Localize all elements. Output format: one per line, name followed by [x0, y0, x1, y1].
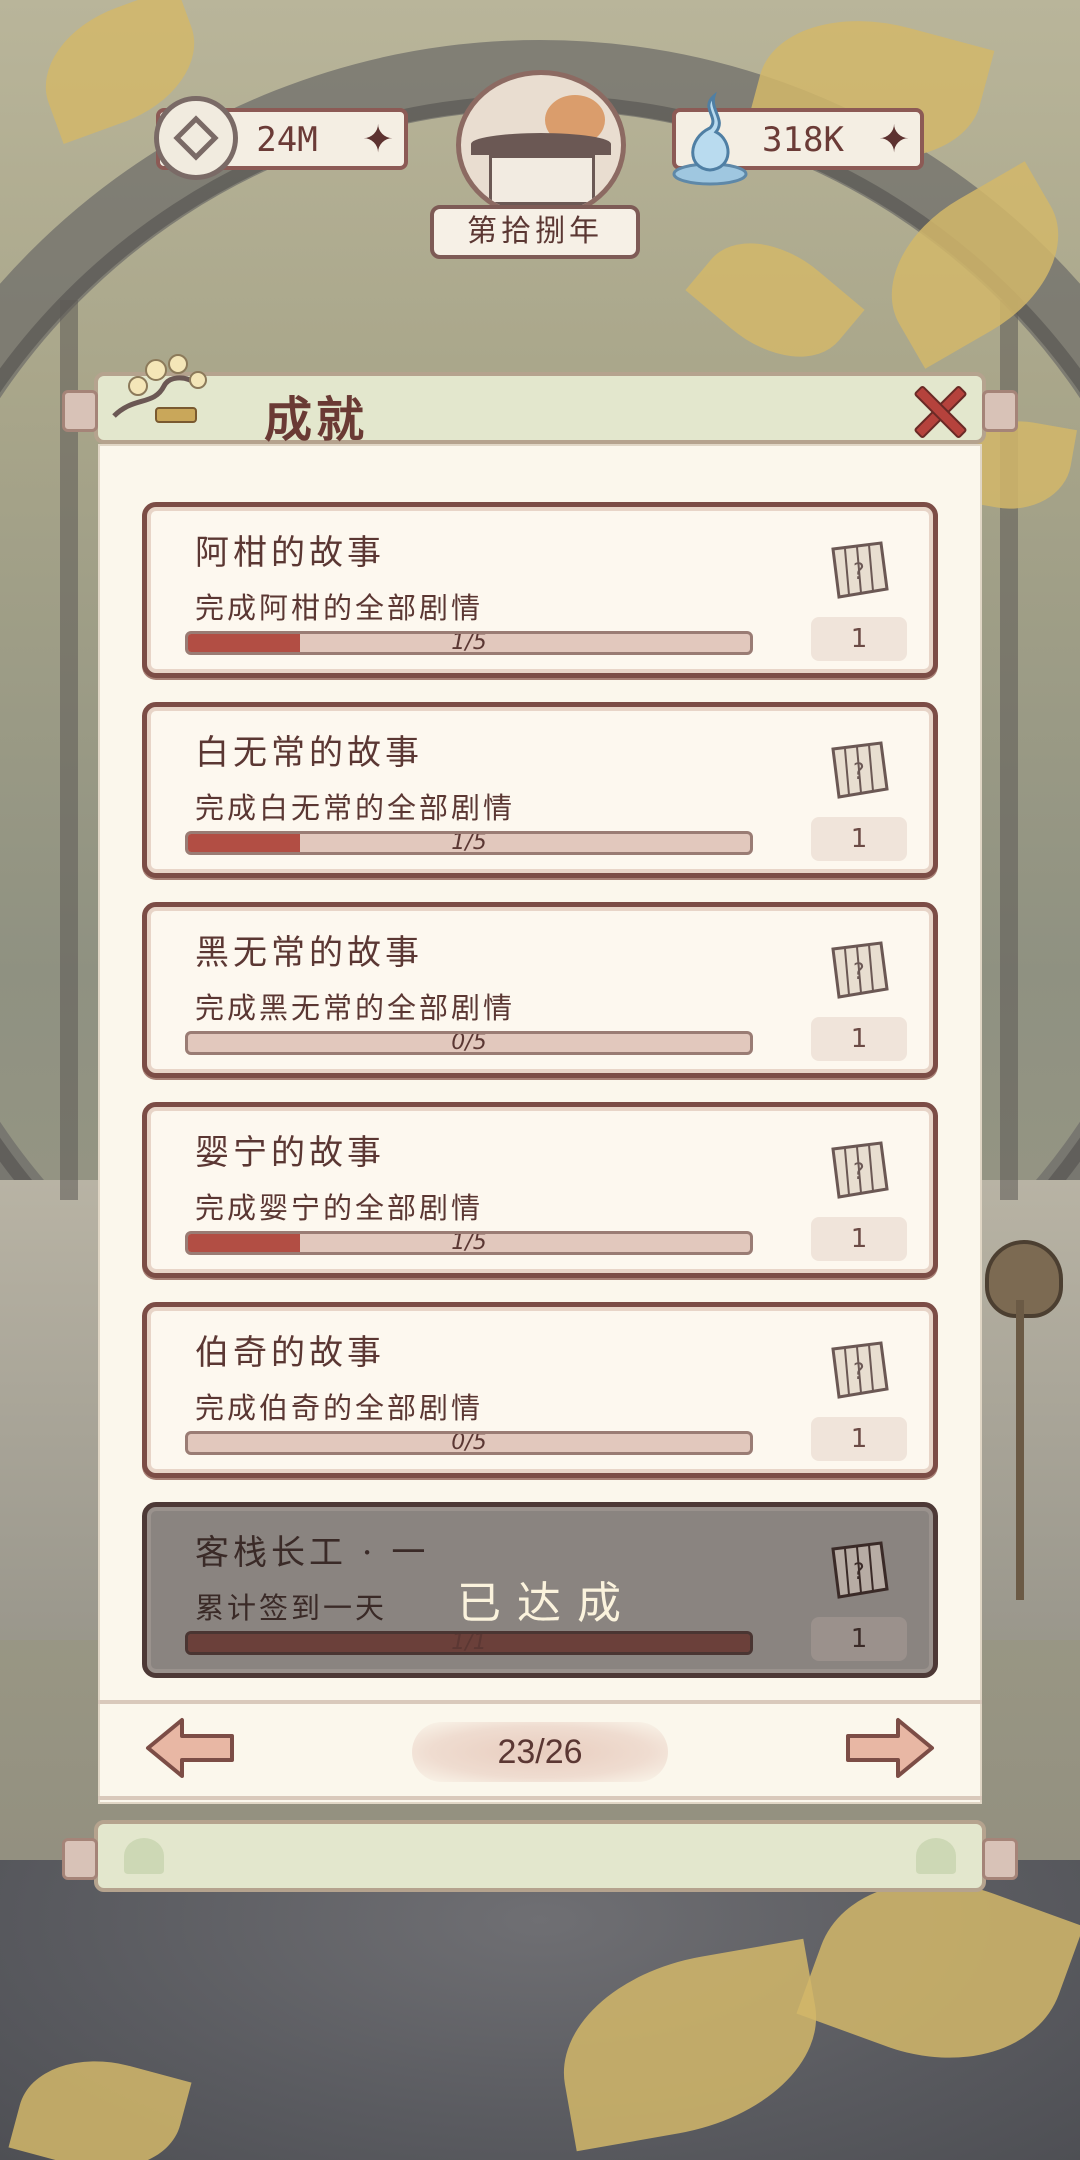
achievement-description: 完成阿柑的全部剧情 [195, 591, 484, 625]
house-icon [489, 155, 595, 205]
progress-text: 1/5 [451, 631, 487, 655]
scroll-knob [982, 390, 1018, 432]
top-bar: 24M ✦ 第拾捌年 318K ✦ [0, 0, 1080, 270]
achievement-name: 阿柑的故事 [195, 533, 385, 573]
coin-icon [154, 96, 238, 180]
scroll-reward-icon: ? [831, 541, 889, 599]
scroll-knob [62, 1838, 98, 1880]
reward-count: 1 [811, 1017, 907, 1061]
next-page-button[interactable] [842, 1716, 938, 1780]
water-drop-icon [672, 91, 748, 186]
lotus-lamp [985, 1240, 1063, 1318]
svg-text:?: ? [853, 1560, 865, 1585]
achievement-name: 白无常的故事 [195, 733, 423, 773]
achievement-card[interactable]: 阿柑的故事 完成阿柑的全部剧情 1/5 ? 1 [142, 502, 938, 678]
inn-emblem[interactable] [456, 70, 626, 220]
ginkgo-leaf-icon [124, 1838, 164, 1874]
window-frame [60, 300, 78, 1200]
scroll-reward-icon: ? [831, 1141, 889, 1199]
panel-title: 成就 [264, 392, 369, 448]
progress-text: 0/5 [451, 1031, 487, 1055]
panel-header: 成就 [62, 354, 1018, 448]
svg-text:?: ? [853, 1160, 865, 1185]
page-indicator: 23/26 [412, 1722, 668, 1782]
add-water-button[interactable]: ✦ [878, 118, 910, 160]
progress-text: 1/1 [451, 1631, 487, 1655]
close-button[interactable] [912, 384, 964, 436]
add-coins-button[interactable]: ✦ [362, 118, 394, 160]
achievement-name: 伯奇的故事 [195, 1333, 385, 1373]
svg-text:?: ? [853, 1360, 865, 1385]
scroll-reward-icon: ? [831, 741, 889, 799]
progress-bar: 1/5 [185, 631, 753, 655]
progress-bar: 0/5 [185, 1431, 753, 1455]
scroll-reward-icon: ? [831, 941, 889, 999]
achievement-name: 黑无常的故事 [195, 933, 423, 973]
ginkgo-leaf-icon [916, 1838, 956, 1874]
year-label: 第拾捌年 [430, 205, 640, 259]
achievement-card[interactable]: 伯奇的故事 完成伯奇的全部剧情 0/5 ? 1 [142, 1302, 938, 1478]
reward-count: 1 [811, 817, 907, 861]
reward-count: 1 [811, 1217, 907, 1261]
achievement-card[interactable]: 白无常的故事 完成白无常的全部剧情 1/5 ? 1 [142, 702, 938, 878]
water-value: 318K [762, 120, 844, 160]
reward-count: 1 [811, 1417, 907, 1461]
pager-divider [98, 1700, 982, 1704]
achievement-description: 完成白无常的全部剧情 [195, 791, 516, 825]
achievement-name: 婴宁的故事 [195, 1133, 385, 1173]
progress-bar: 0/5 [185, 1031, 753, 1055]
reward-count: 1 [811, 1617, 907, 1661]
progress-text: 1/5 [451, 1231, 487, 1255]
coin-value: 24M [256, 120, 318, 160]
bonsai-icon [112, 354, 207, 423]
progress-text: 1/5 [451, 831, 487, 855]
scroll-knob [62, 390, 98, 432]
achievement-card[interactable]: 婴宁的故事 完成婴宁的全部剧情 1/5 ? 1 [142, 1102, 938, 1278]
panel-footer [62, 1820, 1018, 1892]
completed-label: 已达成 [457, 1578, 637, 1629]
panel-bottom-border [98, 1796, 982, 1800]
reward-count: 1 [811, 617, 907, 661]
lotus-stem [1016, 1300, 1024, 1600]
progress-bar: 1/1 [185, 1631, 753, 1655]
scroll-reward-icon: ? [831, 1541, 889, 1599]
scroll-reward-icon: ? [831, 1341, 889, 1399]
svg-text:?: ? [853, 960, 865, 985]
progress-bar: 1/5 [185, 831, 753, 855]
achievement-name: 客栈长工 · 一 [195, 1533, 430, 1573]
achievement-card-completed[interactable]: 客栈长工 · 一 累计签到一天 1/1 ? 1 已达成 [142, 1502, 938, 1678]
progress-text: 0/5 [451, 1431, 487, 1455]
achievement-description: 累计签到一天 [195, 1591, 388, 1625]
progress-bar: 1/5 [185, 1231, 753, 1255]
svg-text:?: ? [853, 760, 865, 785]
roof-icon [471, 133, 611, 155]
scroll-knob [982, 1838, 1018, 1880]
svg-text:?: ? [853, 560, 865, 585]
prev-page-button[interactable] [142, 1716, 238, 1780]
achievement-description: 完成婴宁的全部剧情 [195, 1191, 484, 1225]
achievement-description: 完成伯奇的全部剧情 [195, 1391, 484, 1425]
achievement-description: 完成黑无常的全部剧情 [195, 991, 516, 1025]
achievement-card[interactable]: 黑无常的故事 完成黑无常的全部剧情 0/5 ? 1 [142, 902, 938, 1078]
